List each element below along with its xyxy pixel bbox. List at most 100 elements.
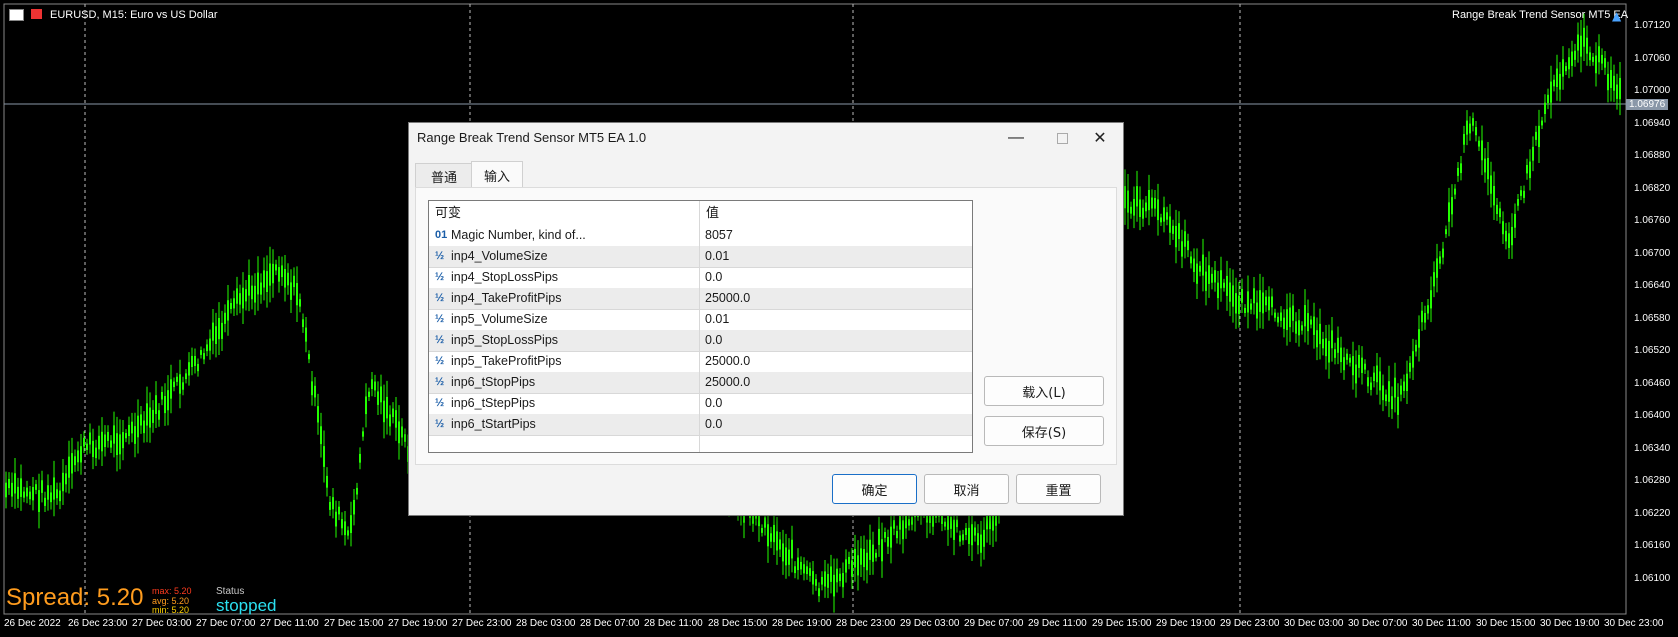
candle-body bbox=[1550, 81, 1552, 103]
candle-body bbox=[848, 556, 850, 564]
candle-body bbox=[1436, 258, 1438, 278]
candle-body bbox=[83, 437, 85, 447]
input-value[interactable]: 0.0 bbox=[705, 330, 722, 351]
candle-body bbox=[1403, 381, 1405, 391]
candle-body bbox=[38, 490, 40, 512]
time-tick-label: 28 Dec 07:00 bbox=[580, 618, 640, 629]
candle-body bbox=[272, 263, 274, 284]
candle-body bbox=[1322, 338, 1324, 349]
candle-body bbox=[182, 382, 184, 390]
close-button[interactable]: ✕ bbox=[1077, 123, 1123, 153]
double-type-icon: ½ bbox=[435, 250, 445, 262]
input-value[interactable]: 8057 bbox=[705, 225, 733, 246]
input-row[interactable]: ½ inp4_StopLossPips 0.0 bbox=[429, 267, 972, 289]
save-button[interactable]: 保存(S) bbox=[984, 416, 1104, 446]
time-tick-label: 26 Dec 2022 bbox=[4, 618, 61, 629]
input-row[interactable]: ½ inp4_VolumeSize 0.01 bbox=[429, 246, 972, 268]
candle-body bbox=[47, 485, 49, 500]
candle-body bbox=[359, 453, 361, 463]
input-value[interactable]: 0.0 bbox=[705, 393, 722, 414]
candle-body bbox=[1214, 270, 1216, 283]
candle-body bbox=[398, 421, 400, 444]
input-value[interactable]: 25000.0 bbox=[705, 372, 750, 393]
candle-body bbox=[143, 420, 145, 434]
candle-body bbox=[1544, 102, 1546, 115]
time-tick-label: 28 Dec 15:00 bbox=[708, 618, 768, 629]
minimize-button[interactable]: — bbox=[993, 123, 1039, 153]
candle-body bbox=[1217, 282, 1219, 299]
inputs-grid[interactable]: 可变 值 01 Magic Number, kind of... 8057 ½ inp4… bbox=[428, 200, 973, 453]
candle-body bbox=[1151, 197, 1153, 209]
input-value[interactable]: 0.01 bbox=[705, 246, 729, 267]
input-row[interactable]: ½ inp6_tStepPips 0.0 bbox=[429, 393, 972, 415]
candle-body bbox=[977, 533, 979, 546]
ok-button-label: 确定 bbox=[861, 483, 888, 499]
candle-body bbox=[1319, 323, 1321, 345]
input-value[interactable]: 25000.0 bbox=[705, 351, 750, 372]
candle-body bbox=[245, 289, 247, 302]
candle-body bbox=[239, 293, 241, 305]
candle-body bbox=[1514, 213, 1516, 228]
candle-body bbox=[1250, 303, 1252, 310]
candle-body bbox=[779, 539, 781, 550]
input-row[interactable]: ½ inp5_VolumeSize 0.01 bbox=[429, 309, 972, 331]
candle-body bbox=[761, 528, 763, 533]
input-row[interactable]: ½ inp5_StopLossPips 0.0 bbox=[429, 330, 972, 352]
candle-body bbox=[893, 520, 895, 529]
price-tick-label: 1.06940 bbox=[1634, 117, 1671, 129]
time-tick-label: 27 Dec 11:00 bbox=[260, 618, 319, 629]
input-value[interactable]: 0.0 bbox=[705, 414, 722, 435]
tab-common[interactable]: 普通 bbox=[415, 163, 473, 188]
candle-body bbox=[194, 355, 196, 366]
candle-body bbox=[89, 432, 91, 445]
candle-body bbox=[866, 552, 868, 571]
chart-menu-icon[interactable] bbox=[9, 9, 24, 21]
candle-body bbox=[29, 491, 31, 500]
candle-body bbox=[110, 440, 112, 448]
column-divider[interactable] bbox=[699, 201, 700, 452]
candle-body bbox=[1298, 320, 1300, 336]
column-value[interactable]: 值 bbox=[706, 201, 719, 225]
candle-body bbox=[1418, 329, 1420, 348]
candle-body bbox=[1346, 353, 1348, 360]
input-row[interactable]: 01 Magic Number, kind of... 8057 bbox=[429, 225, 972, 247]
close-icon: ✕ bbox=[1093, 130, 1107, 147]
trade-icon[interactable] bbox=[31, 9, 42, 19]
candle-body bbox=[908, 519, 910, 526]
input-name: inp4_TakeProfitPips bbox=[451, 291, 562, 305]
input-row[interactable]: ½ inp6_tStopPips 25000.0 bbox=[429, 372, 972, 394]
input-row[interactable]: ½ inp5_TakeProfitPips 25000.0 bbox=[429, 351, 972, 373]
candle-body bbox=[167, 390, 169, 411]
column-variable[interactable]: 可变 bbox=[435, 201, 461, 225]
candle-body bbox=[1313, 316, 1315, 335]
candle-body bbox=[1304, 305, 1306, 327]
candle-body bbox=[1460, 163, 1462, 174]
candle-body bbox=[101, 431, 103, 452]
tab-inputs[interactable]: 输入 bbox=[471, 161, 523, 189]
candle-body bbox=[1367, 377, 1369, 387]
time-tick-label: 29 Dec 19:00 bbox=[1156, 618, 1216, 629]
input-value[interactable]: 25000.0 bbox=[705, 288, 750, 309]
candle-body bbox=[1394, 377, 1396, 398]
input-row[interactable]: ½ inp4_TakeProfitPips 25000.0 bbox=[429, 288, 972, 310]
candle-body bbox=[317, 406, 319, 423]
reset-button[interactable]: 重置 bbox=[1016, 474, 1101, 504]
load-button[interactable]: 载入(L) bbox=[984, 376, 1104, 406]
candle-body bbox=[794, 566, 796, 574]
input-row[interactable]: ½ inp6_tStartPips 0.0 bbox=[429, 414, 972, 436]
ok-button[interactable]: 确定 bbox=[832, 474, 917, 504]
input-value[interactable]: 0.01 bbox=[705, 309, 729, 330]
cancel-button[interactable]: 取消 bbox=[924, 474, 1009, 504]
candle-body bbox=[1157, 199, 1159, 221]
input-value[interactable]: 0.0 bbox=[705, 267, 722, 288]
input-name: inp6_tStepPips bbox=[451, 396, 536, 410]
time-tick-label: 29 Dec 23:00 bbox=[1220, 618, 1280, 629]
price-tick-label: 1.06220 bbox=[1634, 507, 1671, 519]
candle-body bbox=[383, 400, 385, 423]
candle-body bbox=[1535, 131, 1537, 140]
candle-body bbox=[863, 549, 865, 568]
candle-body bbox=[1406, 373, 1408, 392]
candle-body bbox=[152, 409, 154, 423]
inputs-panel: 可变 值 01 Magic Number, kind of... 8057 ½ inp4… bbox=[415, 187, 1117, 465]
candle-body bbox=[1505, 230, 1507, 242]
